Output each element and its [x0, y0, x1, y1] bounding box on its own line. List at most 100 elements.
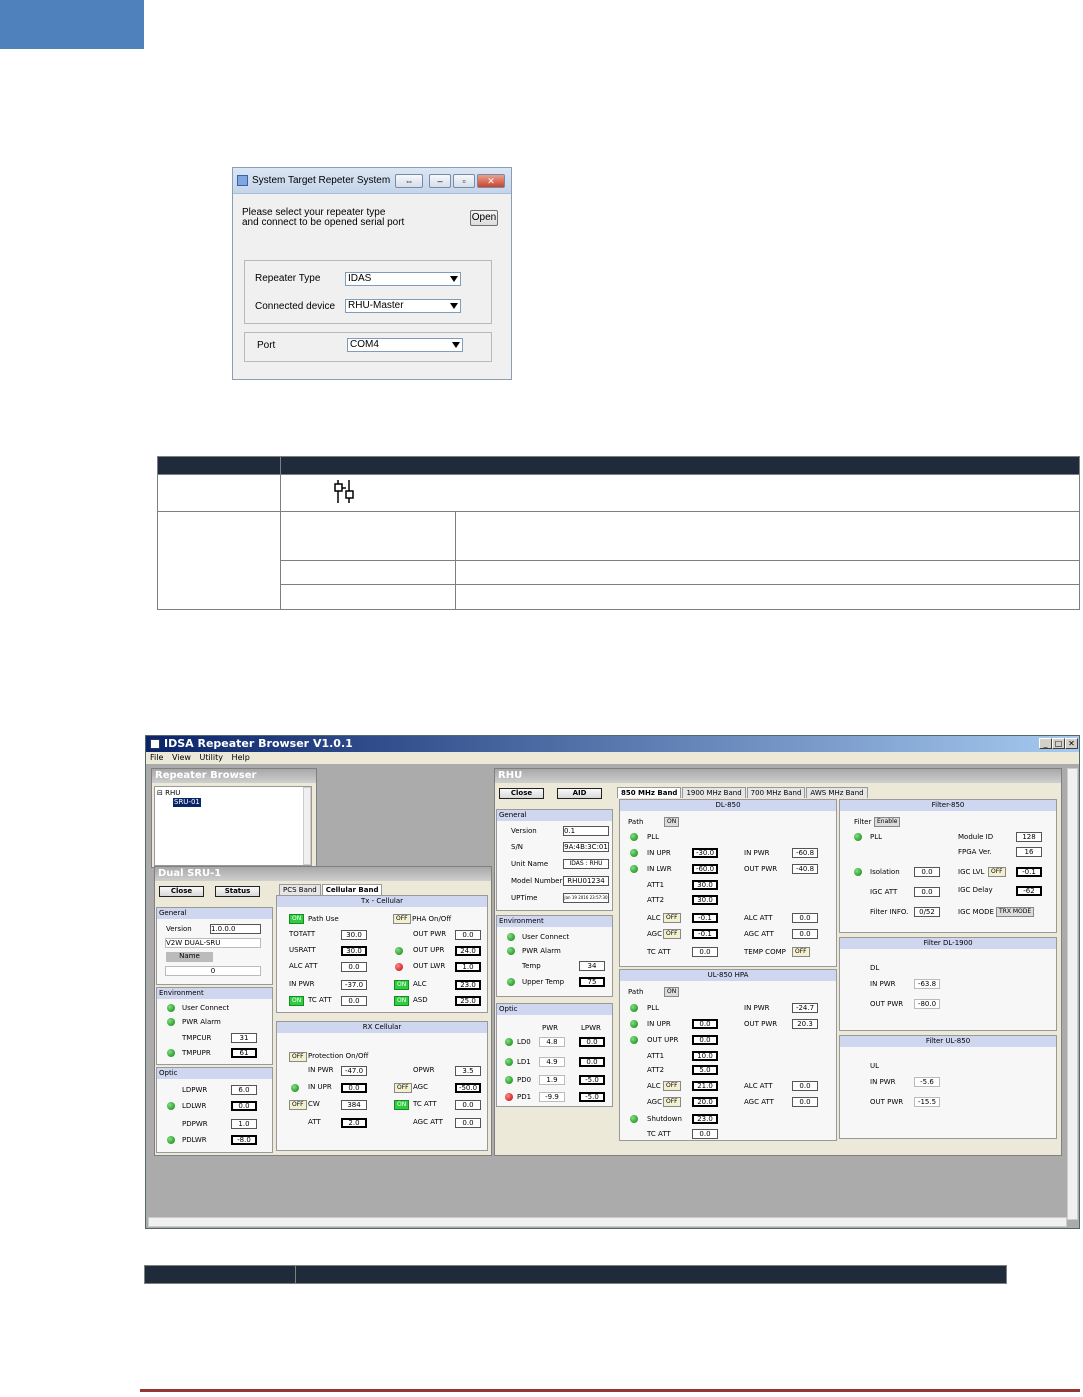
ul-att2-value[interactable]: 5.0 [692, 1065, 718, 1075]
pha-toggle[interactable]: OFF [393, 914, 411, 924]
dl-agc-toggle[interactable]: OFF [663, 929, 681, 939]
maximize-button[interactable]: ▫ [453, 174, 475, 188]
sru-status-button[interactable]: Status [215, 886, 260, 897]
tmpupr-value[interactable]: 61 [231, 1048, 257, 1058]
agc-toggle[interactable]: OFF [394, 1083, 412, 1093]
sru-close-button[interactable]: Close [159, 886, 204, 897]
cw-toggle[interactable]: OFF [289, 1100, 307, 1110]
table-cell [280, 560, 456, 585]
port-select[interactable]: COM4 [347, 338, 463, 352]
open-button[interactable]: Open [470, 210, 498, 226]
menu-file[interactable]: File [150, 753, 163, 762]
menu-view[interactable]: View [172, 753, 191, 762]
path-use-label: Path Use [308, 915, 339, 923]
agc-value[interactable]: -50.0 [455, 1083, 481, 1093]
dl-in-lwr-value[interactable]: -60.0 [692, 864, 718, 874]
tab-aws-band[interactable]: AWS MHz Band [806, 787, 868, 798]
path-use-toggle[interactable]: ON [289, 914, 305, 924]
dl-alc-value[interactable]: -0.1 [692, 913, 718, 923]
ldlwr-value[interactable]: 0.0 [231, 1101, 257, 1111]
igc-lvl-value[interactable]: -0.1 [1016, 867, 1042, 877]
minimize-button[interactable]: _ [1039, 738, 1052, 749]
dl-alc-toggle[interactable]: OFF [663, 913, 681, 923]
maximize-button[interactable]: □ [1052, 738, 1065, 749]
igc-mode-value[interactable]: TRX MODE [996, 907, 1035, 917]
ul-shutdown-value[interactable]: 23.0 [692, 1114, 718, 1124]
ld1-lpwr-value[interactable]: 0.0 [579, 1057, 605, 1067]
horizontal-scrollbar[interactable] [148, 1217, 1067, 1227]
dl-agc-value[interactable]: -0.1 [692, 929, 718, 939]
repeater-type-select[interactable]: IDAS [345, 272, 461, 286]
ul-alc-toggle[interactable]: OFF [663, 1081, 681, 1091]
upper-temp-value[interactable]: 75 [579, 977, 605, 987]
dl-att1-value[interactable]: 30.0 [692, 880, 718, 890]
igc-att-value: 0.0 [914, 887, 940, 897]
rx-tc-att-toggle[interactable]: ON [394, 1100, 410, 1110]
igc-delay-value[interactable]: -62 [1016, 886, 1042, 896]
rhu-version-value: 0.1 [563, 826, 609, 836]
minimize-button[interactable]: – [429, 174, 451, 188]
asd-label: ASD [413, 996, 428, 1004]
temp-comp-toggle[interactable]: OFF [792, 947, 810, 957]
alc-toggle[interactable]: ON [394, 980, 410, 990]
tab-700-band[interactable]: 700 MHz Band [746, 787, 806, 798]
tmpupr-label: TMPUPR [182, 1049, 211, 1057]
repeater-tree[interactable]: ⊟ RHU SRU-01 [154, 786, 312, 866]
tree-item-sru-01[interactable]: SRU-01 [173, 798, 201, 807]
version-label: Version [166, 925, 192, 933]
rhu-optic-section: Optic PWR LPWR LD0 4.8 0.0 LD1 4.9 0.0 P… [496, 1003, 613, 1107]
dl-att2-value[interactable]: 30.0 [692, 895, 718, 905]
asd-value[interactable]: 25.0 [455, 996, 481, 1006]
dl-in-upr-value[interactable]: -30.0 [692, 848, 718, 858]
filter-enable-toggle[interactable]: Enable [874, 817, 901, 827]
igc-mode-label: IGC MODE [958, 908, 994, 916]
tab-1900-band[interactable]: 1900 MHz Band [682, 787, 746, 798]
ul-agc-att-value: 0.0 [792, 1097, 818, 1107]
led-indicator [167, 1004, 175, 1012]
tree-root[interactable]: ⊟ RHU [157, 789, 180, 798]
tab-pcs-band[interactable]: PCS Band [279, 884, 321, 895]
ul-out-upr-value[interactable]: 0.0 [692, 1035, 718, 1045]
out-upr-value[interactable]: 24.0 [455, 946, 481, 956]
out-lwr-value[interactable]: 1.0 [455, 962, 481, 972]
ul-agc-toggle[interactable]: OFF [663, 1097, 681, 1107]
unit-name-value: IDAS : RHU [563, 859, 609, 869]
close-button[interactable]: ✕ [1065, 738, 1078, 749]
ul-agc-value[interactable]: 20.0 [692, 1097, 718, 1107]
menu-utility[interactable]: Utility [199, 753, 223, 762]
pd0-lpwr-value[interactable]: -5.0 [579, 1075, 605, 1085]
rx-in-upr-value[interactable]: 0.0 [341, 1083, 367, 1093]
filter-info-label: Filter INFO. [870, 908, 909, 916]
menu-help[interactable]: Help [232, 753, 250, 762]
rhu-close-button[interactable]: Close [499, 788, 544, 799]
asd-toggle[interactable]: ON [394, 996, 410, 1006]
ld0-lpwr-value[interactable]: 0.0 [579, 1037, 605, 1047]
ul-path-toggle[interactable]: ON [664, 987, 680, 997]
out-upr-label: OUT UPR [647, 1036, 679, 1044]
rhu-aid-button[interactable]: AID [557, 788, 602, 799]
ul-att1-value[interactable]: 10.0 [692, 1051, 718, 1061]
tab-cellular-band[interactable]: Cellular Band [321, 884, 383, 895]
rx-att-value[interactable]: 2.0 [341, 1118, 367, 1128]
pd1-lpwr-value[interactable]: -5.0 [579, 1092, 605, 1102]
igc-lvl-toggle[interactable]: OFF [988, 867, 1006, 877]
alc-value[interactable]: 23.0 [455, 980, 481, 990]
pdlwr-value[interactable]: -8.0 [231, 1135, 257, 1145]
section-header: Environment [497, 916, 612, 927]
ul-in-upr-value[interactable]: 0.0 [692, 1019, 718, 1029]
close-button[interactable]: ✕ [477, 174, 505, 188]
protection-toggle[interactable]: OFF [289, 1052, 307, 1062]
vertical-scrollbar[interactable] [1067, 768, 1078, 1220]
ld0-pwr-value: 4.8 [539, 1037, 565, 1047]
dl-path-toggle[interactable]: ON [664, 817, 680, 827]
tab-850-band[interactable]: 850 MHz Band [617, 787, 682, 798]
swap-icon[interactable]: ⇔ [395, 174, 423, 188]
tc-att-toggle[interactable]: ON [289, 996, 305, 1006]
led-indicator [505, 1076, 513, 1084]
tree-scrollbar[interactable] [303, 787, 311, 865]
ul-alc-value[interactable]: 21.0 [692, 1081, 718, 1091]
usratt-value[interactable]: 30.0 [341, 946, 367, 956]
led-indicator [630, 1036, 638, 1044]
app-icon [237, 175, 248, 186]
connected-device-select[interactable]: RHU-Master [345, 299, 461, 313]
